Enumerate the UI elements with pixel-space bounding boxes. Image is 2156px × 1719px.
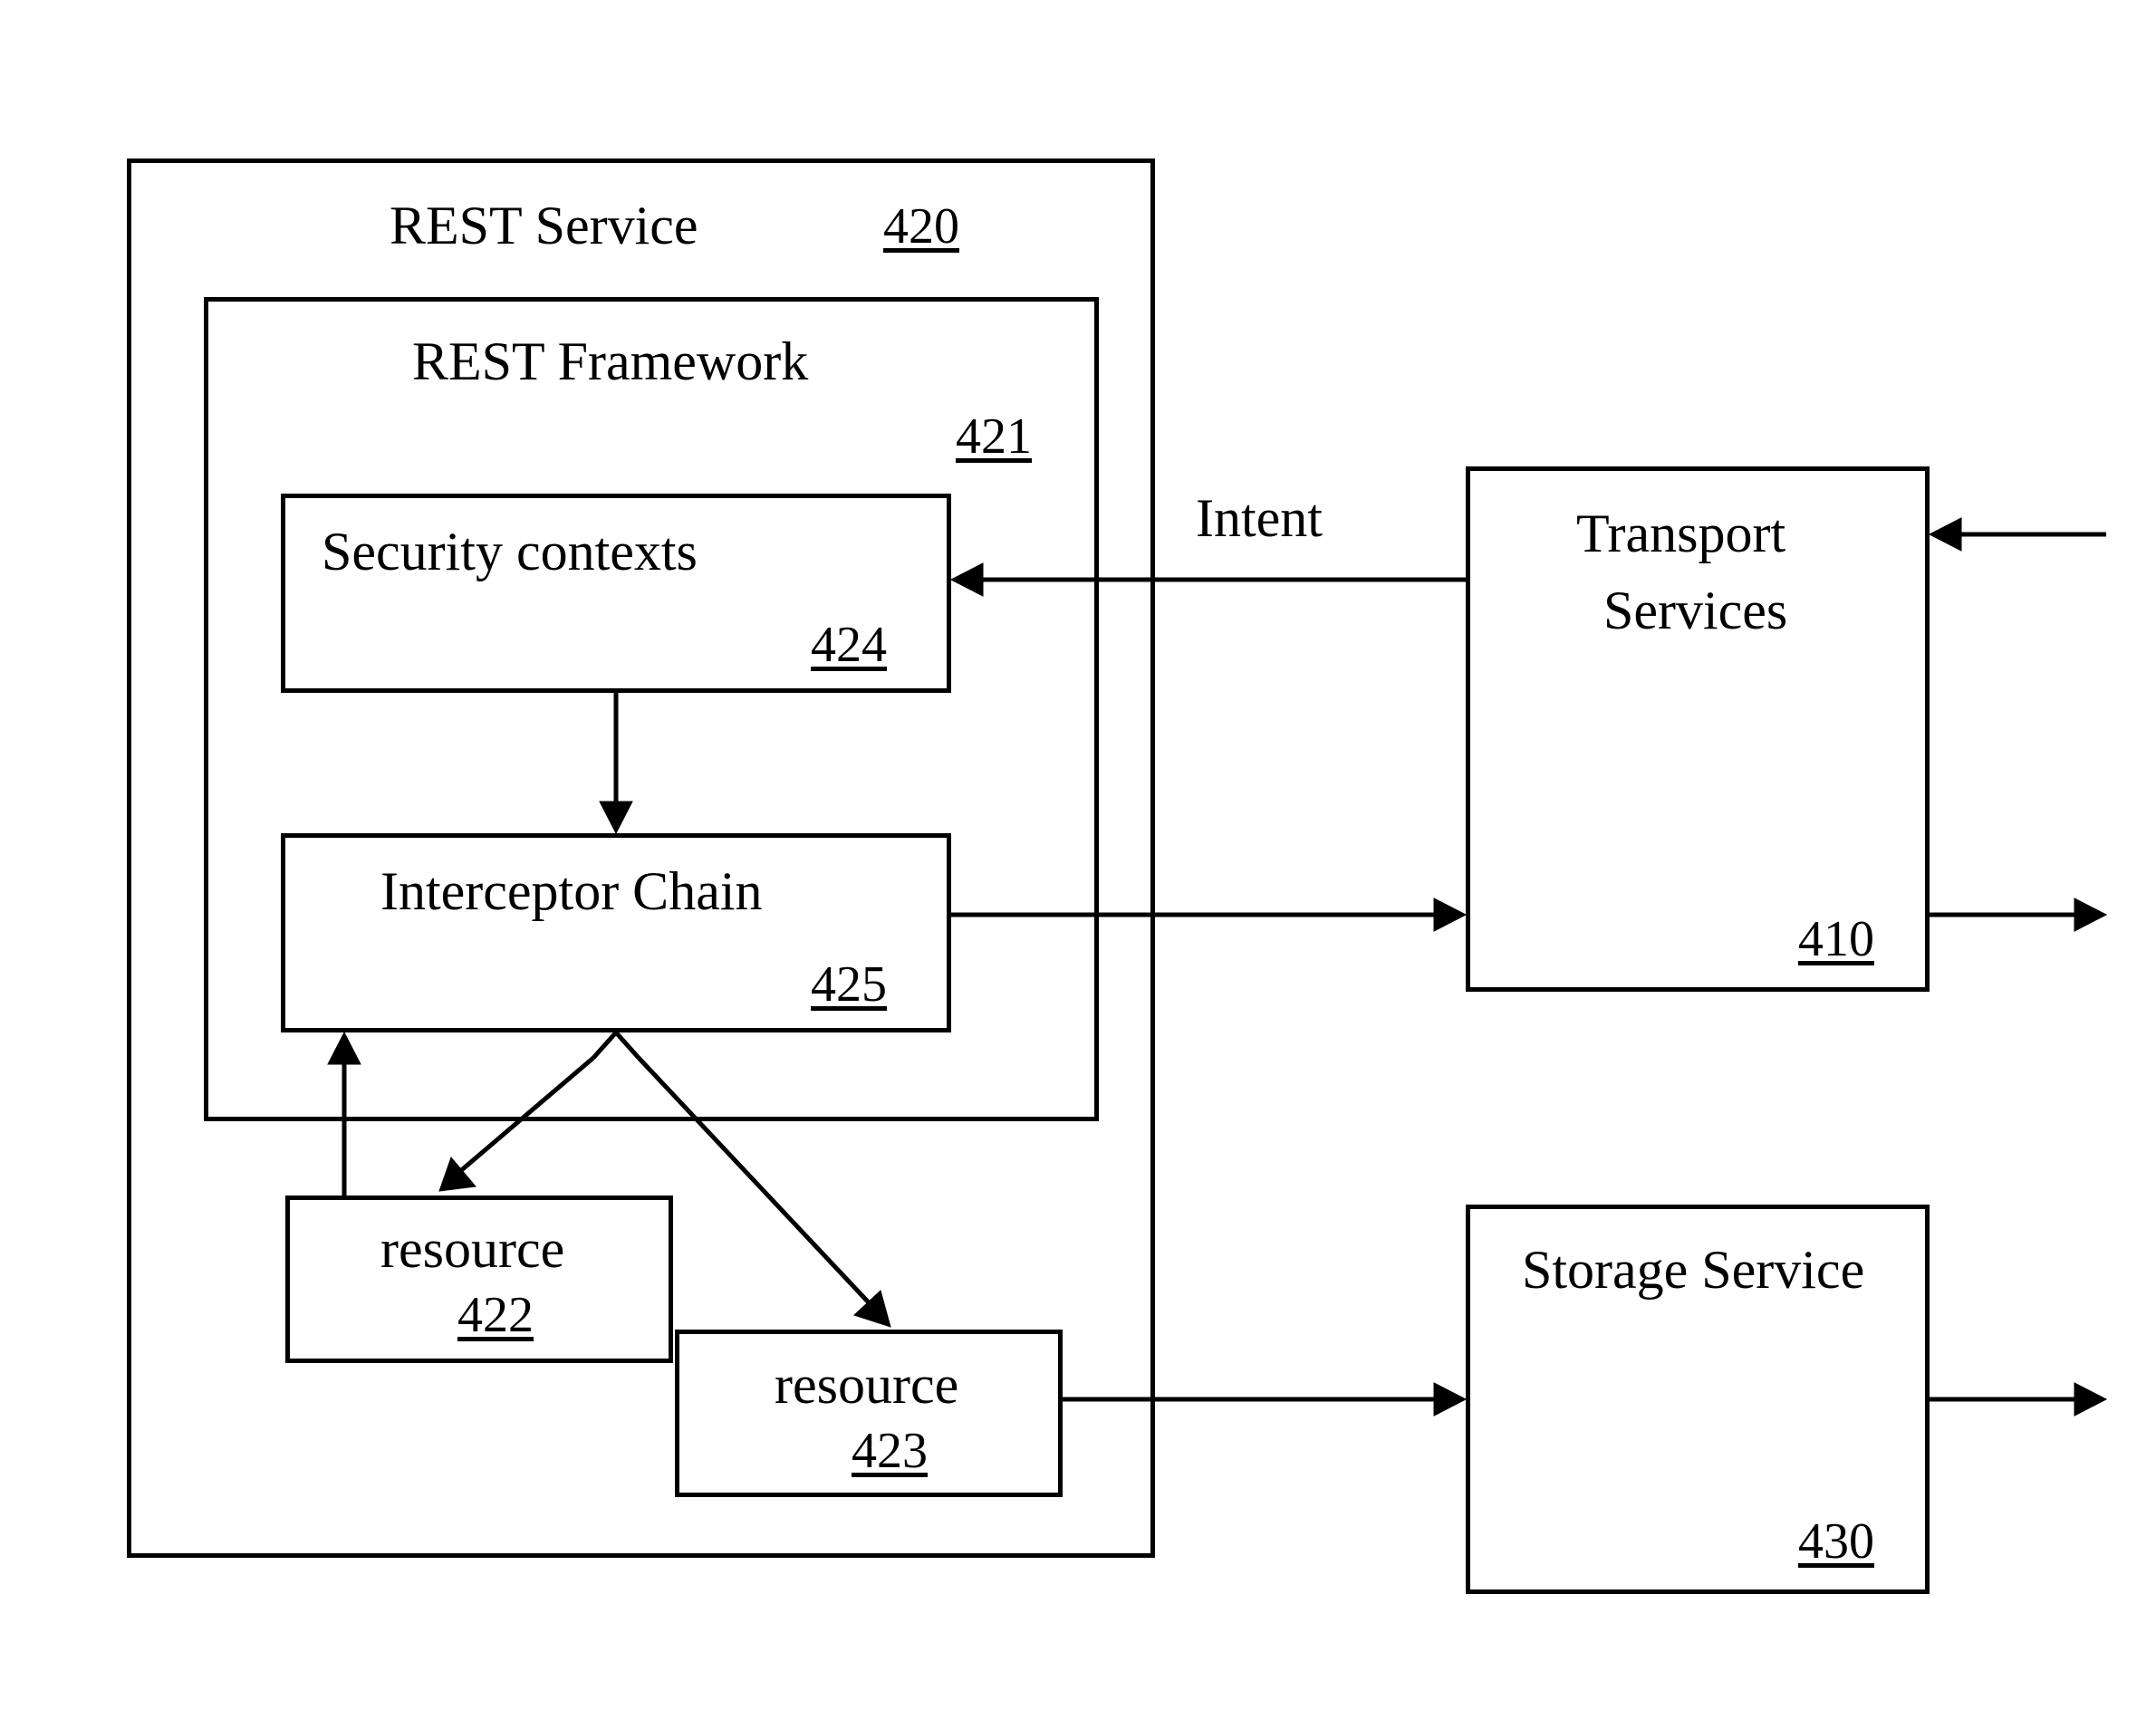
security-contexts-ref: 424 xyxy=(811,616,887,674)
security-contexts-title: Security contexts xyxy=(322,521,698,583)
resource-b-title: resource xyxy=(775,1354,958,1416)
transport-services-title-line1: Transport xyxy=(1576,503,1785,565)
rest-framework-title: REST Framework xyxy=(412,331,808,393)
arrow-external-into-transport xyxy=(1930,518,2106,551)
transport-services-title-line2: Services xyxy=(1603,580,1787,642)
storage-service-ref: 430 xyxy=(1798,1513,1874,1570)
interceptor-chain-title: Interceptor Chain xyxy=(380,860,763,923)
resource-b-ref: 423 xyxy=(852,1422,928,1480)
transport-services-ref: 410 xyxy=(1798,910,1874,968)
arrow-storage-to-external xyxy=(1930,1383,2106,1416)
diagram-canvas: REST Service 420 REST Framework 421 Secu… xyxy=(0,0,2156,1719)
rest-framework-ref: 421 xyxy=(956,408,1032,466)
resource-a-ref: 422 xyxy=(457,1286,534,1344)
rest-service-title: REST Service xyxy=(390,195,698,257)
rest-service-ref: 420 xyxy=(883,197,959,255)
resource-a-title: resource xyxy=(380,1218,564,1281)
arrow-transport-to-external xyxy=(1930,898,2106,931)
intent-label: Intent xyxy=(1196,487,1323,550)
storage-service-title: Storage Service xyxy=(1522,1239,1864,1301)
interceptor-chain-ref: 425 xyxy=(811,956,887,1013)
